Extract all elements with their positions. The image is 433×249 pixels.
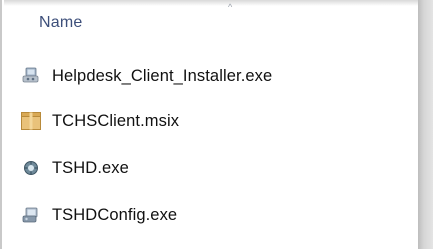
top-edge-shadow xyxy=(4,0,420,6)
file-name: TSHDConfig.exe xyxy=(52,205,178,224)
file-list-pane: ^ Name Helpdesk_Client_Installer.exe TCH… xyxy=(2,0,420,249)
exe-installer-icon xyxy=(20,65,42,87)
exe-app-icon xyxy=(20,157,42,179)
file-name: TCHSClient.msix xyxy=(52,111,180,130)
exe-config-icon xyxy=(20,204,42,226)
sort-indicator-icon: ^ xyxy=(228,2,233,12)
file-name: TSHD.exe xyxy=(52,158,129,177)
msix-package-icon xyxy=(20,110,42,132)
file-row-tshd-exe[interactable]: TSHD.exe xyxy=(20,154,418,182)
file-row-helpdesk-installer[interactable]: Helpdesk_Client_Installer.exe xyxy=(20,62,418,90)
column-header-name[interactable]: Name xyxy=(39,14,82,32)
right-edge-shadow xyxy=(418,0,433,249)
file-row-tshdconfig-exe[interactable]: TSHDConfig.exe xyxy=(20,201,418,229)
file-row-tchsclient-msix[interactable]: TCHSClient.msix xyxy=(20,107,418,135)
file-name: Helpdesk_Client_Installer.exe xyxy=(52,66,273,85)
